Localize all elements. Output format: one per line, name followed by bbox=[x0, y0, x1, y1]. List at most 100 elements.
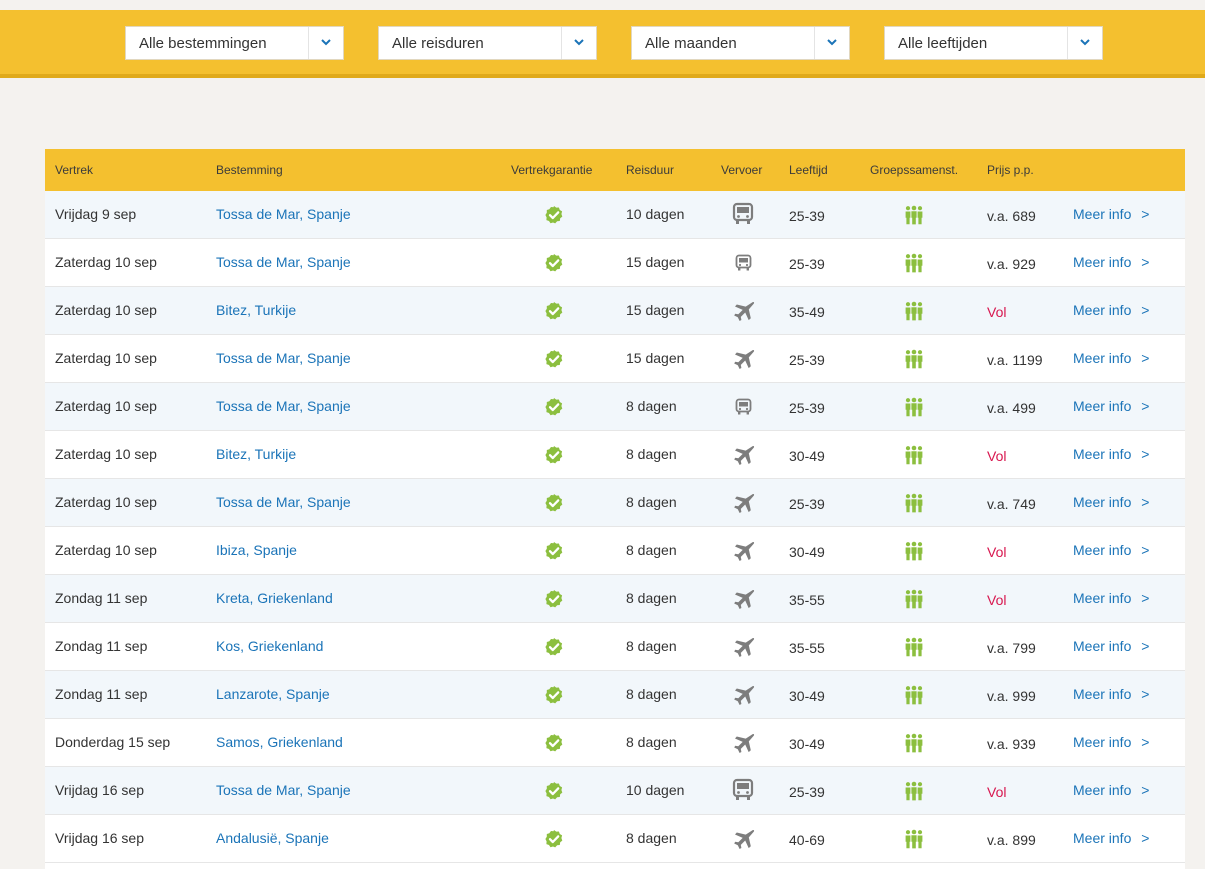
chevron-right-icon: > bbox=[1141, 830, 1150, 846]
col-groepssamenstelling[interactable]: Groepssamenst. bbox=[870, 163, 958, 177]
age-select[interactable]: Alle leeftijden bbox=[884, 26, 1103, 60]
check-icon bbox=[544, 349, 564, 372]
destination-link[interactable]: Tossa de Mar, Spanje bbox=[216, 782, 351, 798]
meer-info-label: Meer info bbox=[1073, 350, 1132, 366]
chevron-right-icon: > bbox=[1141, 782, 1150, 798]
check-icon bbox=[544, 685, 564, 708]
bus-icon bbox=[732, 202, 754, 229]
vertrek-cell: Vrijdag 16 sep bbox=[55, 782, 144, 798]
chevron-down-icon[interactable] bbox=[308, 27, 343, 59]
destination-link[interactable]: Tossa de Mar, Spanje bbox=[216, 350, 351, 366]
group-icon bbox=[904, 541, 924, 564]
table-row[interactable]: Zondag 11 sep Kreta, Griekenland 8 dagen 35… bbox=[45, 575, 1185, 623]
chevron-down-icon[interactable] bbox=[814, 27, 849, 59]
table-row[interactable]: Zaterdag 10 sep Tossa de Mar, Spanje 15 da… bbox=[45, 335, 1185, 383]
destination-link[interactable]: Kos, Griekenland bbox=[216, 638, 323, 654]
destination-link[interactable]: Lanzarote, Spanje bbox=[216, 686, 330, 702]
table-row[interactable]: Vrijdag 16 sep Andalusië, Spanje 8 dagen 40… bbox=[45, 815, 1185, 863]
plane-icon bbox=[731, 541, 755, 564]
meer-info-link[interactable]: Meer info > bbox=[1073, 254, 1149, 270]
destination-link[interactable]: Andalusië, Spanje bbox=[216, 830, 329, 846]
reisduur-cell: 15 dagen bbox=[626, 350, 685, 366]
reisduur-cell: 8 dagen bbox=[626, 494, 677, 510]
destination-select[interactable]: Alle bestemmingen bbox=[125, 26, 344, 60]
chevron-right-icon: > bbox=[1141, 734, 1150, 750]
table-row[interactable]: Zaterdag 10 sep Tossa de Mar, Spanje 15 da… bbox=[45, 239, 1185, 287]
col-leeftijd[interactable]: Leeftijd bbox=[789, 163, 828, 177]
vertrek-cell: Vrijdag 9 sep bbox=[55, 206, 137, 222]
meer-info-label: Meer info bbox=[1073, 494, 1132, 510]
table-row[interactable]: Zondag 11 sep Lanzarote, Spanje 8 dagen 30-… bbox=[45, 671, 1185, 719]
table-row[interactable]: Donderdag 15 sep Samos, Griekenland 8 dage… bbox=[45, 719, 1185, 767]
table-row[interactable]: Zaterdag 10 sep Bitez, Turkije 8 dagen 30-4… bbox=[45, 431, 1185, 479]
destination-link[interactable]: Bitez, Turkije bbox=[216, 446, 296, 462]
month-select[interactable]: Alle maanden bbox=[631, 26, 850, 60]
vertrek-cell: Zaterdag 10 sep bbox=[55, 302, 157, 318]
table-row[interactable]: Zaterdag 10 sep Bitez, Turkije 15 dagen 35-… bbox=[45, 287, 1185, 335]
vertrek-cell: Zaterdag 10 sep bbox=[55, 254, 157, 270]
destination-link[interactable]: Kreta, Griekenland bbox=[216, 590, 333, 606]
month-select-label: Alle maanden bbox=[645, 35, 737, 52]
table-row[interactable]: Zondag 11 sep Kos, Griekenland 8 dagen 35-5… bbox=[45, 623, 1185, 671]
meer-info-link[interactable]: Meer info > bbox=[1073, 542, 1149, 558]
group-icon bbox=[904, 781, 924, 804]
destination-link[interactable]: Tossa de Mar, Spanje bbox=[216, 254, 351, 270]
chevron-down-icon[interactable] bbox=[1067, 27, 1102, 59]
group-icon bbox=[904, 493, 924, 516]
table-row[interactable]: Vrijdag 16 sep Tossa de Mar, Spanje 10 dag… bbox=[45, 767, 1185, 815]
meer-info-link[interactable]: Meer info > bbox=[1073, 830, 1149, 846]
destination-link[interactable]: Bitez, Turkije bbox=[216, 302, 296, 318]
leeftijd-cell: 30-49 bbox=[789, 688, 825, 704]
meer-info-link[interactable]: Meer info > bbox=[1073, 398, 1149, 414]
table-row-partial bbox=[45, 863, 1185, 869]
meer-info-link[interactable]: Meer info > bbox=[1073, 590, 1149, 606]
destination-link[interactable]: Tossa de Mar, Spanje bbox=[216, 398, 351, 414]
meer-info-link[interactable]: Meer info > bbox=[1073, 446, 1149, 462]
reisduur-cell: 15 dagen bbox=[626, 254, 685, 270]
meer-info-link[interactable]: Meer info > bbox=[1073, 206, 1149, 222]
leeftijd-cell: 40-69 bbox=[789, 832, 825, 848]
group-icon bbox=[904, 589, 924, 612]
destination-link[interactable]: Tossa de Mar, Spanje bbox=[216, 494, 351, 510]
price-cell: Vol bbox=[987, 592, 1007, 608]
table-row[interactable]: Vrijdag 9 sep Tossa de Mar, Spanje 10 dage… bbox=[45, 191, 1185, 239]
table-row[interactable]: Zaterdag 10 sep Tossa de Mar, Spanje 8 dag… bbox=[45, 383, 1185, 431]
plane-icon bbox=[731, 589, 755, 612]
meer-info-link[interactable]: Meer info > bbox=[1073, 494, 1149, 510]
duration-select[interactable]: Alle reisduren bbox=[378, 26, 597, 60]
meer-info-link[interactable]: Meer info > bbox=[1073, 686, 1149, 702]
reisduur-cell: 8 dagen bbox=[626, 734, 677, 750]
destination-link[interactable]: Tossa de Mar, Spanje bbox=[216, 206, 351, 222]
meer-info-link[interactable]: Meer info > bbox=[1073, 302, 1149, 318]
leeftijd-cell: 35-55 bbox=[789, 592, 825, 608]
meer-info-link[interactable]: Meer info > bbox=[1073, 782, 1149, 798]
reisduur-cell: 8 dagen bbox=[626, 830, 677, 846]
chevron-down-icon[interactable] bbox=[561, 27, 596, 59]
group-icon bbox=[904, 349, 924, 372]
table-body: Vrijdag 9 sep Tossa de Mar, Spanje 10 dage… bbox=[45, 191, 1185, 863]
col-vertrekgarantie[interactable]: Vertrekgarantie bbox=[511, 163, 592, 177]
table-row[interactable]: Zaterdag 10 sep Ibiza, Spanje 8 dagen 30-49… bbox=[45, 527, 1185, 575]
meer-info-link[interactable]: Meer info > bbox=[1073, 638, 1149, 654]
meer-info-link[interactable]: Meer info > bbox=[1073, 734, 1149, 750]
check-icon bbox=[544, 541, 564, 564]
chevron-right-icon: > bbox=[1141, 254, 1150, 270]
trips-table: Vertrek Bestemming Vertrekgarantie Reisd… bbox=[45, 149, 1185, 869]
leeftijd-cell: 25-39 bbox=[789, 496, 825, 512]
price-cell: Vol bbox=[987, 784, 1007, 800]
leeftijd-cell: 35-55 bbox=[789, 640, 825, 656]
destination-link[interactable]: Samos, Griekenland bbox=[216, 734, 343, 750]
chevron-right-icon: > bbox=[1141, 446, 1150, 462]
meer-info-link[interactable]: Meer info > bbox=[1073, 350, 1149, 366]
destination-link[interactable]: Ibiza, Spanje bbox=[216, 542, 297, 558]
col-bestemming[interactable]: Bestemming bbox=[216, 163, 283, 177]
table-row[interactable]: Zaterdag 10 sep Tossa de Mar, Spanje 8 dag… bbox=[45, 479, 1185, 527]
col-prijs[interactable]: Prijs p.p. bbox=[987, 163, 1034, 177]
col-reisduur[interactable]: Reisduur bbox=[626, 163, 674, 177]
group-icon bbox=[904, 637, 924, 660]
meer-info-label: Meer info bbox=[1073, 830, 1132, 846]
col-vervoer[interactable]: Vervoer bbox=[721, 163, 762, 177]
col-vertrek[interactable]: Vertrek bbox=[55, 163, 93, 177]
leeftijd-cell: 25-39 bbox=[789, 784, 825, 800]
vertrek-cell: Zondag 11 sep bbox=[55, 638, 148, 654]
